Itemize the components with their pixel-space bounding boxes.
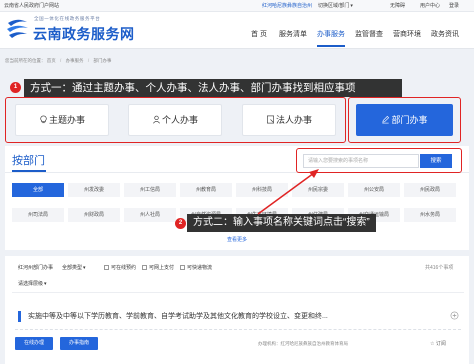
site-subtitle: 全国一体化在线政务服务平台 [34,16,101,21]
user-center-link[interactable]: 用户中心 [420,0,440,12]
tab-department[interactable]: 部门办事 [356,104,453,136]
dept-item[interactable]: 州人社局 [124,208,176,222]
divider [12,292,464,293]
document-icon [267,115,274,124]
checkbox-icon [142,264,147,270]
subscribe-button[interactable]: ☆ 订阅 [430,340,446,348]
breadcrumb-separator: / [60,58,62,63]
type-select[interactable]: 全部类型▾ [62,264,86,272]
current-region: 红河哈尼族彝族自治州 [262,3,313,9]
guide-button[interactable]: 办事指南 [60,337,98,350]
dept-item[interactable]: 州财政局 [68,208,120,222]
filter-online-payment[interactable]: 可网上支付 [142,264,174,272]
portal-link[interactable]: 云南省人民政府门户网站 [4,0,59,12]
annotation-badge-2: 2 [175,218,186,229]
search-input[interactable]: 请输入您要搜索的事项名称 [303,154,419,168]
checkbox-label: 可在线预约 [111,265,137,271]
dept-item[interactable]: 州民宗委 [292,183,344,197]
nav-service-list[interactable]: 服务清单 [279,30,307,40]
view-more-link[interactable]: 查看更多 [0,236,474,244]
nav-home[interactable]: 首 页 [251,30,267,40]
search-button[interactable]: 搜索 [420,154,452,168]
dept-item[interactable]: 州教育局 [180,183,232,197]
breadcrumb: 您当前所在的位置： 首页 / 办事服务 / 部门办事 [5,57,111,65]
nav-news[interactable]: 政务资讯 [431,30,459,40]
dept-item[interactable]: 州科技局 [236,183,288,197]
checkbox-label: 可快递物流 [187,265,213,271]
site-header: 全国一体化在线政务服务平台 云南政务服务网 首 页 服务清单 办事服务 监管督查… [0,12,474,49]
subscribe-label: 订阅 [435,341,446,347]
annotation-note-2: 方式二：输入事项名称关键词点击“搜索” [187,214,376,232]
divider [15,329,461,330]
chevron-down-icon: ▾ [44,281,47,287]
star-icon: ☆ [430,341,435,347]
level-select[interactable]: 请选择层级▾ [18,280,47,288]
page: 云南省人民政府门户网站 红河哈尼族彝族自治州 切换区域/部门▾ 无障碍 用户中心… [0,0,474,364]
result-item-title[interactable]: 实施中等及中等以下学历教育、学前教育、自学考试助学及其他文化教育的学校设立、变更… [28,311,328,322]
tab-label: 个人办事 [161,115,198,125]
switch-region-button[interactable]: 切换区域/部门▾ [318,0,353,12]
dept-item[interactable]: 州司法局 [12,208,64,222]
dept-item[interactable]: 州发改委 [68,183,120,197]
breadcrumb-home[interactable]: 首页 [47,58,56,63]
annotation-note-1: 方式一：通过主题办事、个人办事、法人办事、部门办事找到相应事项 [24,79,402,97]
nav-active-indicator [317,45,345,47]
lightbulb-icon [40,115,47,124]
tab-personal[interactable]: 个人办事 [128,104,222,136]
annotation-badge-1: 1 [10,82,21,93]
section-title-underline [12,170,46,172]
dept-item[interactable]: 州水务局 [404,208,456,222]
dept-item[interactable]: 州工信局 [124,183,176,197]
login-link[interactable]: 登录 [449,0,459,12]
logo-icon[interactable] [5,15,30,40]
tab-label: 部门办事 [391,115,428,125]
breadcrumb-separator: / [87,58,90,63]
breadcrumb-prefix: 您当前所在的位置： [5,58,46,63]
tab-legal-person[interactable]: 法人办事 [242,104,336,136]
person-icon [153,115,160,124]
nav-supervision[interactable]: 监管督查 [355,30,383,40]
breadcrumb-current: 部门办事 [93,58,112,63]
chevron-down-icon: ▾ [83,265,86,271]
nav-business-environment[interactable]: 营商环境 [393,30,421,40]
dept-item[interactable]: 州民政局 [404,183,456,197]
pen-icon [382,115,390,124]
switch-region-label: 切换区域/部门 [318,3,350,9]
dept-item[interactable]: 州公安局 [348,183,400,197]
result-count: 共416个事项 [425,265,454,271]
level-select-value: 请选择层级 [18,281,44,287]
breadcrumb-services[interactable]: 办事服务 [66,58,84,63]
top-bar: 云南省人民政府门户网站 红河哈尼族彝族自治州 切换区域/部门▾ 无障碍 用户中心… [0,0,474,12]
tab-label: 主题办事 [48,115,85,125]
online-apply-button[interactable]: 在线办理 [15,337,53,350]
handling-org: 办理机构：红河哈尼族彝族自治州教育体育局 [258,341,348,346]
dept-item-all[interactable]: 全部 [12,183,64,197]
tab-topic[interactable]: 主题办事 [15,104,109,136]
site-name[interactable]: 云南政务服务网 [33,24,135,44]
chevron-down-icon: ▾ [350,3,353,9]
filter-online-booking[interactable]: 可在线预约 [104,264,136,272]
item-accent-bar [18,311,21,322]
accessibility-link[interactable]: 无障碍 [390,0,405,12]
checkbox-icon [104,264,109,270]
filter-scope-label: 红河州部门办事 [18,265,54,271]
expand-icon[interactable] [450,311,459,320]
checkbox-icon [180,264,185,270]
tab-label: 法人办事 [275,115,312,125]
nav-services[interactable]: 办事服务 [317,30,345,40]
section-title: 按部门 [12,155,45,167]
type-select-value: 全部类型 [62,265,83,271]
filter-express-delivery[interactable]: 可快递物流 [180,264,212,272]
checkbox-label: 可网上支付 [149,265,175,271]
